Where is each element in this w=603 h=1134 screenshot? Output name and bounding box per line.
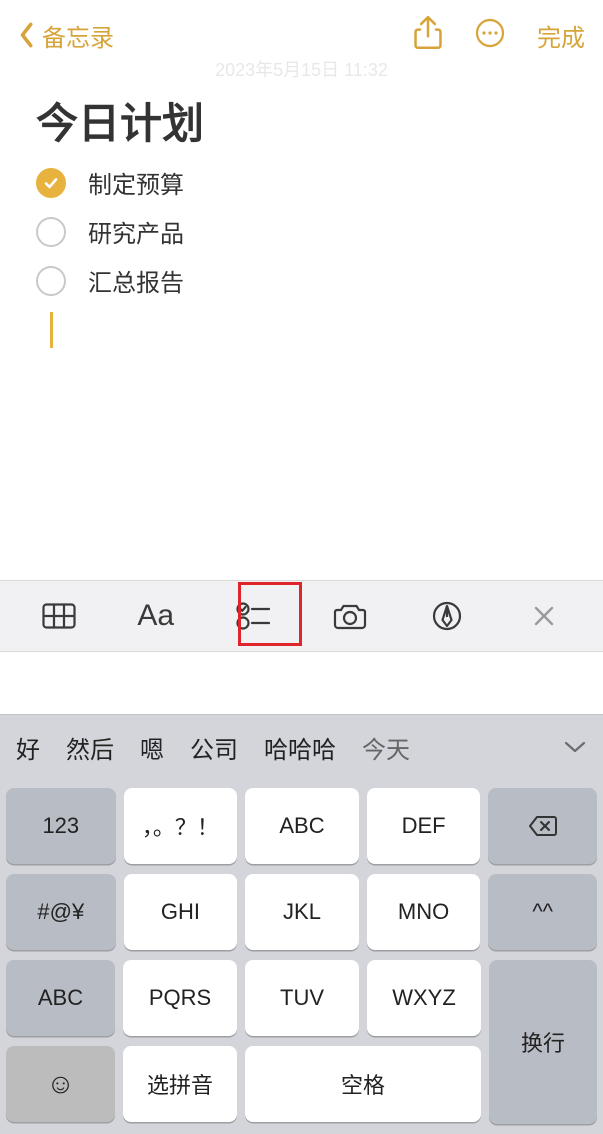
checklist-text[interactable]: 研究产品 (88, 214, 184, 249)
keyboard: 好 然后 嗯 公司 哈哈哈 今天 123 ，。？！ ABC DEF #@¥ GH… (0, 714, 603, 1134)
key-emoji[interactable]: ☺ (6, 1046, 115, 1122)
chevron-down-icon (563, 739, 587, 755)
key-face[interactable]: ^^ (488, 874, 597, 950)
back-label: 备忘录 (42, 18, 114, 53)
checkbox-empty-icon[interactable] (36, 266, 66, 296)
key-123[interactable]: 123 (6, 788, 116, 864)
checklist-icon (236, 601, 270, 631)
key-return[interactable]: 换行 (489, 960, 597, 1124)
checklist-button[interactable] (223, 586, 283, 646)
share-icon (413, 16, 443, 50)
close-icon (532, 604, 556, 628)
markup-button[interactable] (417, 586, 477, 646)
key-wxyz[interactable]: WXYZ (367, 960, 481, 1036)
expand-suggestions-button[interactable] (557, 728, 593, 768)
suggestion-bar: 好 然后 嗯 公司 哈哈哈 今天 (0, 714, 603, 780)
suggestion[interactable]: 哈哈哈 (264, 730, 336, 765)
note-content[interactable]: 今日计划 制定预算 研究产品 汇总报告 (0, 82, 603, 348)
text-format-button[interactable]: Aa (126, 586, 186, 646)
share-button[interactable] (413, 16, 443, 55)
suggestion[interactable]: 今天 (362, 730, 410, 765)
checkbox-empty-icon[interactable] (36, 217, 66, 247)
note-title[interactable]: 今日计划 (36, 90, 567, 151)
dismiss-button[interactable] (514, 586, 574, 646)
ellipsis-circle-icon (475, 16, 505, 50)
key-jkl[interactable]: JKL (245, 874, 359, 950)
key-mno[interactable]: MNO (367, 874, 481, 950)
checkbox-checked-icon[interactable] (36, 168, 66, 198)
checklist-text[interactable]: 制定预算 (88, 165, 184, 200)
key-def[interactable]: DEF (367, 788, 481, 864)
suggestion[interactable]: 然后 (66, 730, 114, 765)
back-button[interactable]: 备忘录 (18, 18, 114, 53)
key-abc-mode[interactable]: ABC (6, 960, 115, 1036)
key-ghi[interactable]: GHI (124, 874, 238, 950)
key-abc[interactable]: ABC (245, 788, 359, 864)
pen-circle-icon (430, 601, 464, 631)
suggestion[interactable]: 嗯 (140, 730, 164, 765)
checklist-item[interactable]: 研究产品 (36, 214, 567, 249)
more-button[interactable] (475, 16, 505, 55)
key-space[interactable]: 空格 (245, 1046, 481, 1122)
text-cursor (50, 312, 53, 348)
note-timestamp: 2023年5月15日 11:32 (0, 56, 603, 82)
backspace-icon (528, 814, 558, 838)
key-tuv[interactable]: TUV (245, 960, 359, 1036)
chevron-left-icon (18, 22, 34, 48)
camera-icon (333, 601, 367, 631)
table-icon (42, 601, 76, 631)
key-symbols[interactable]: #@¥ (6, 874, 116, 950)
camera-button[interactable] (320, 586, 380, 646)
suggestion[interactable]: 公司 (190, 730, 238, 765)
format-toolbar: Aa (0, 580, 603, 652)
done-button[interactable]: 完成 (537, 18, 585, 53)
aa-icon: Aa (137, 599, 174, 633)
checklist-item[interactable]: 制定预算 (36, 165, 567, 200)
checklist-item[interactable]: 汇总报告 (36, 263, 567, 298)
key-select-pinyin[interactable]: 选拼音 (123, 1046, 237, 1122)
suggestion[interactable]: 好 (16, 730, 40, 765)
checklist-text[interactable]: 汇总报告 (88, 263, 184, 298)
table-button[interactable] (29, 586, 89, 646)
key-backspace[interactable] (488, 788, 597, 864)
key-pqrs[interactable]: PQRS (123, 960, 237, 1036)
key-punct[interactable]: ，。？！ (124, 788, 238, 864)
